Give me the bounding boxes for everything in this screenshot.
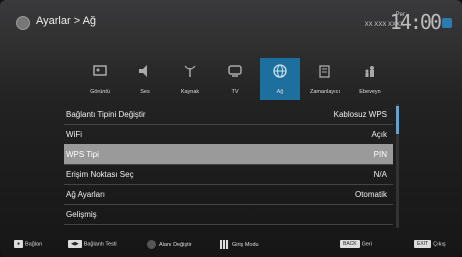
- tab-label: Ebeveyn: [359, 89, 381, 95]
- footer-connection-test: ◀▶ Bağlantı Testi: [68, 240, 117, 248]
- footer-connection-test-label: Bağlantı Testi: [83, 241, 117, 248]
- menu-item-wps-type[interactable]: WPS Tipi PIN: [64, 144, 393, 165]
- tv-screen: Ayarlar > Ağ Per XX XXX XXXX 14:00 Görün…: [0, 0, 462, 257]
- menu-item-value: Açık: [371, 130, 387, 139]
- tab-picture[interactable]: Görüntü: [80, 58, 120, 100]
- parental-icon: [365, 66, 374, 77]
- footer-exit-label: Çıkış: [433, 241, 446, 248]
- exit-key-icon: EXIT: [414, 240, 432, 248]
- menu-item-access-point[interactable]: Erişim Noktası Seç N/A: [64, 164, 393, 185]
- tab-sound[interactable]: Ses: [125, 58, 165, 100]
- tab-parental[interactable]: Ebeveyn: [350, 58, 390, 100]
- footer-connect-label: Bağlan: [25, 241, 43, 248]
- menu-item-wifi[interactable]: WiFi Açık: [64, 124, 393, 145]
- menu-item-value: N/A: [373, 170, 387, 179]
- tab-source[interactable]: Kaynak: [170, 58, 210, 100]
- menu-item-label: WPS Tipi: [66, 150, 99, 159]
- header: Ayarlar > Ağ Per XX XXX XXXX 14:00: [0, 0, 462, 46]
- menu-item-value: Otomatik: [354, 190, 387, 199]
- footer-login-mode: Giriş Modu: [220, 240, 259, 249]
- footer-back: BACK Geri: [340, 240, 372, 248]
- menu-item-advanced[interactable]: Gelişmiş: [64, 204, 393, 225]
- menu-item-value: Kablosuz WPS: [333, 110, 387, 119]
- network-settings-list: Bağlantı Tipini Değiştir Kablosuz WPS Wi…: [64, 104, 393, 228]
- speaker-icon: [139, 65, 147, 77]
- menu-item-label: Bağlantı Tipini Değiştir: [66, 110, 146, 119]
- clock: 14:00: [389, 10, 442, 34]
- footer-change-field: Alanı Değiştir: [147, 240, 192, 249]
- menu-item-label: Gelişmiş: [66, 210, 97, 219]
- navigation-icon: [147, 240, 156, 249]
- menu-item-label: WiFi: [66, 130, 82, 139]
- breadcrumb: Ayarlar > Ağ: [36, 15, 97, 27]
- picture-icon: [93, 65, 107, 76]
- numeric-keypad-icon: [220, 240, 229, 249]
- menu-item-label: Erişim Noktası Seç: [66, 170, 134, 179]
- network-icon: [273, 64, 287, 78]
- info-key-icon: ◀▶: [68, 240, 82, 248]
- antenna-icon: [184, 65, 196, 77]
- category-bar: Görüntü Ses Kaynak TV Ağ Zamanlayıcı Ebe…: [80, 58, 392, 100]
- tab-timer[interactable]: Zamanlayıcı: [305, 58, 345, 100]
- timer-icon: [319, 65, 330, 78]
- footer-connect: ● Bağlan: [14, 240, 42, 248]
- menu-item-value: PIN: [373, 150, 387, 159]
- tab-tv[interactable]: TV: [215, 58, 255, 100]
- settings-home-icon: [16, 16, 30, 30]
- footer-change-field-label: Alanı Değiştir: [159, 241, 192, 248]
- scrollbar-thumb[interactable]: [396, 106, 399, 134]
- info-icon: [442, 18, 452, 28]
- footer-login-mode-label: Giriş Modu: [232, 241, 259, 248]
- ok-key-icon: ●: [14, 240, 24, 248]
- menu-item-label: Ağ Ayarları: [66, 190, 105, 199]
- footer-exit: EXIT Çıkış: [414, 240, 446, 248]
- tv-icon: [228, 65, 242, 77]
- tab-network[interactable]: Ağ: [260, 58, 300, 100]
- footer-back-label: Geri: [361, 241, 373, 248]
- menu-item-network-settings[interactable]: Ağ Ayarları Otomatik: [64, 184, 393, 205]
- footer-legend: ● Bağlan ◀▶ Bağlantı Testi Alanı Değiştir …: [0, 236, 462, 254]
- back-key-icon: BACK: [340, 240, 360, 248]
- menu-item-connection-type[interactable]: Bağlantı Tipini Değiştir Kablosuz WPS: [64, 104, 393, 125]
